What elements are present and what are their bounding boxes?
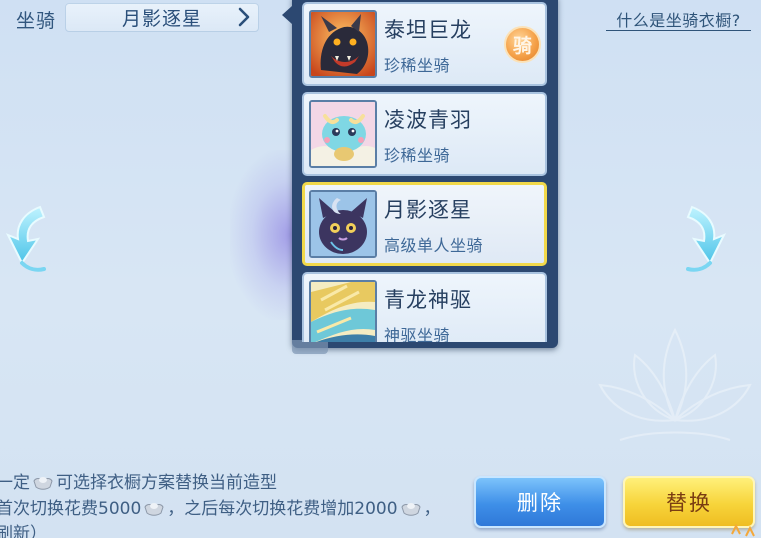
mount-item-azure-dragon[interactable]: 青龙神驱 神驱坐骑: [302, 272, 547, 342]
mount-item-titan-dragon[interactable]: 泰坦巨龙 珍稀坐骑 骑: [302, 2, 547, 86]
info-line-3: 刷新）: [0, 524, 47, 538]
mount-type: 珍稀坐骑: [384, 56, 451, 75]
info-line-1: 一定 可选择衣橱方案替换当前造型: [0, 468, 277, 493]
selected-mount-name: 月影逐星: [121, 8, 202, 30]
lingbo-qingyu-avatar: [309, 100, 377, 168]
info-text: 一定: [0, 473, 30, 493]
info-text: ，之后每次切换花费增加2000: [167, 499, 398, 519]
mount-item-lingbo-qingyu[interactable]: 凌波青羽 珍稀坐骑: [302, 92, 547, 176]
right-curved-arrow-icon[interactable]: [684, 203, 728, 275]
mount-type: 高级单人坐骑: [384, 236, 484, 255]
silver-ingot-icon: [400, 503, 421, 516]
dropdown-scroll-tab: [292, 340, 328, 354]
silver-ingot-icon: [144, 503, 164, 516]
mount-name: 青龙神驱: [384, 288, 472, 312]
mount-name: 月影逐星: [384, 198, 472, 222]
mount-type: 珍稀坐骑: [384, 146, 451, 165]
left-curved-arrow-icon[interactable]: [4, 203, 48, 275]
info-text: 首次切换花费5000: [0, 499, 142, 519]
chevron-right-icon: [238, 7, 250, 27]
mount-list: 泰坦巨龙 珍稀坐骑 骑 凌波青羽 珍稀坐骑 月影逐星 高级单人坐骑 青龙神驱 神…: [300, 0, 550, 342]
ride-badge-icon: 骑: [504, 26, 541, 63]
wardrobe-help-link[interactable]: 什么是坐骑衣橱?: [606, 7, 751, 31]
info-line-2: 首次切换花费5000 ，之后每次切换花费增加2000 ，: [0, 494, 441, 519]
delete-button[interactable]: 删除: [474, 476, 606, 528]
mount-name: 凌波青羽: [384, 108, 472, 132]
mount-item-moonshadow-star[interactable]: 月影逐星 高级单人坐骑: [302, 182, 547, 266]
azure-dragon-avatar: [309, 280, 377, 342]
mount-label: 坐骑: [16, 10, 57, 32]
sparkle-decoration: [731, 523, 755, 537]
mount-selector-dropdown[interactable]: 月影逐星: [65, 3, 259, 32]
mount-type: 神驱坐骑: [384, 326, 451, 342]
info-text: 可选择衣橱方案替换当前造型: [56, 473, 277, 493]
silver-ingot-icon: [33, 477, 53, 490]
moonshadow-star-avatar: [309, 190, 377, 258]
info-text: ，: [423, 499, 441, 519]
mount-name: 泰坦巨龙: [384, 18, 472, 42]
titan-dragon-avatar: [309, 10, 377, 78]
lotus-watermark: [598, 327, 752, 441]
